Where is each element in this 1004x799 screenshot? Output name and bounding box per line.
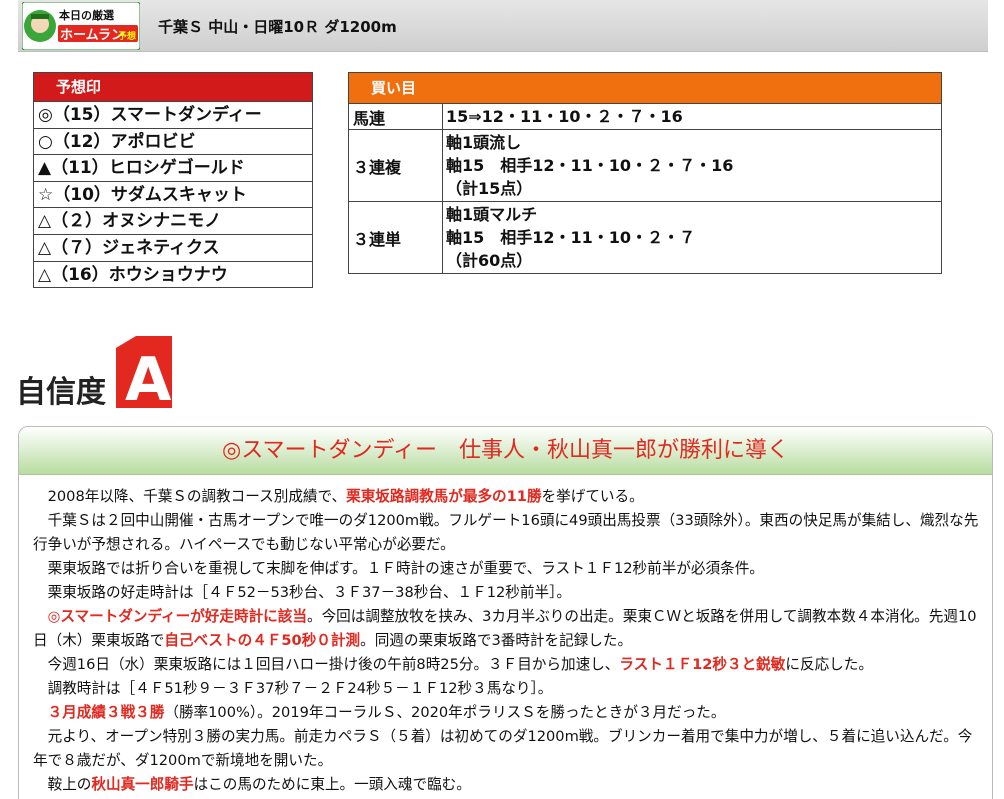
highlight-text: ３月成績３戦３勝 bbox=[47, 704, 165, 721]
mark-row: △（16）ホウショウナウ bbox=[34, 260, 312, 288]
confidence-badge: 自信度 A bbox=[16, 336, 172, 412]
paragraph-text: はこの馬のために東上。一頭入魂で臨む。 bbox=[193, 776, 471, 793]
bet-line: 軸1頭マルチ bbox=[446, 205, 538, 224]
confidence-label: 自信度 bbox=[16, 375, 106, 410]
bet-type: 馬連 bbox=[349, 104, 443, 129]
highlight-text: 秋山真一郎騎手 bbox=[91, 776, 194, 793]
paragraph-text: 2008年以降、千葉Ｓの調教コース別成績で、 bbox=[47, 488, 347, 505]
paragraph-text: 千葉Ｓは２回中山開催・古馬オープンで唯一のダ1200m戦。フルゲート16頭に49… bbox=[33, 512, 979, 553]
bets-header: 買い目 bbox=[349, 73, 941, 103]
commentary-paragraph: 千葉Ｓは２回中山開催・古馬オープンで唯一のダ1200m戦。フルゲート16頭に49… bbox=[33, 509, 980, 557]
paragraph-text: 元より、オープン特別３勝の実力馬。前走カペラＳ（５着）は初めてのダ1200m戦。… bbox=[33, 728, 973, 769]
bet-type: ３連単 bbox=[349, 202, 443, 273]
race-title: 千葉Ｓ 中山・日曜10Ｒ ダ1200m bbox=[158, 18, 397, 36]
paragraph-text: 栗東坂路では折り合いを重視して末脚を伸ばす。１Ｆ時計の速さが重要で、ラスト１Ｆ1… bbox=[47, 560, 764, 577]
bet-line: （計15点） bbox=[446, 179, 533, 198]
highlight-text: ラスト１Ｆ12秒３と鋭敏 bbox=[619, 656, 786, 673]
mark-row: △（２）オヌシナニモノ bbox=[34, 207, 312, 234]
bets-table: 買い目 馬連 15⇒12・11・10・２・７・16 ３連複 軸1頭流し 軸15 … bbox=[348, 72, 942, 274]
bet-line: 15⇒12・11・10・２・７・16 bbox=[446, 107, 683, 126]
bet-line: 軸1頭流し bbox=[446, 133, 522, 152]
bet-line: 軸15 相手12・11・10・２・７ bbox=[446, 228, 696, 247]
commentary-body: 2008年以降、千葉Ｓの調教コース別成績で、栗東坂路調教馬が最多の11勝を挙げて… bbox=[19, 475, 992, 797]
highlight-text: 自己ベストの４Ｆ50秒０計測 bbox=[164, 632, 361, 649]
paragraph-text: を挙げている。 bbox=[541, 488, 644, 505]
bet-line: 軸15 相手12・11・10・２・７・16 bbox=[446, 156, 734, 175]
commentary-paragraph: ◎スマートダンディーが好走時計に該当。今回は調整放牧を挟み、3カ月半ぶりの出走。… bbox=[33, 605, 980, 653]
mark-row: ◎（15）スマートダンディー bbox=[34, 101, 312, 128]
homerun-logo: 本日の厳選 ホームラン 予想 bbox=[22, 2, 140, 50]
highlight-text: 栗東坂路調教馬が最多の11勝 bbox=[346, 488, 542, 505]
commentary-paragraph: 今週16日（水）栗東坂路には１回目ハロー掛け後の午前8時25分。３Ｆ目から加速し… bbox=[33, 653, 980, 677]
commentary-paragraph: 2008年以降、千葉Ｓの調教コース別成績で、栗東坂路調教馬が最多の11勝を挙げて… bbox=[33, 485, 980, 509]
svg-text:ホームラン: ホームラン bbox=[60, 28, 124, 43]
paragraph-text: 栗東坂路の好走時計は［４Ｆ52－53秒台、３Ｆ37－38秒台、１Ｆ12秒前半］。 bbox=[47, 584, 571, 601]
commentary-paragraph: 栗東坂路の好走時計は［４Ｆ52－53秒台、３Ｆ37－38秒台、１Ｆ12秒前半］。 bbox=[33, 581, 980, 605]
commentary-paragraph: 鞍上の秋山真一郎騎手はこの馬のために東上。一頭入魂で臨む。 bbox=[33, 773, 980, 797]
mark-row: △（７）ジェネティクス bbox=[34, 233, 312, 261]
svg-text:本日の厳選: 本日の厳選 bbox=[59, 8, 114, 22]
page-header: 本日の厳選 ホームラン 予想 千葉Ｓ 中山・日曜10Ｒ ダ1200m bbox=[18, 0, 988, 52]
paragraph-text: （勝率100%）。2019年コーラルＳ、2020年ポラリスＳを勝ったときが３月だ… bbox=[164, 704, 726, 721]
commentary-paragraph: 調教時計は［４Ｆ51秒９－３Ｆ37秒７－２Ｆ24秒５－１Ｆ12秒３馬なり］。 bbox=[33, 677, 980, 701]
bet-line: （計60点） bbox=[446, 251, 533, 270]
paragraph-text: 。同週の栗東坂路で3番時計を記録した。 bbox=[360, 632, 633, 649]
commentary-paragraph: ３月成績３戦３勝（勝率100%）。2019年コーラルＳ、2020年ポラリスＳを勝… bbox=[33, 701, 980, 725]
paragraph-text: 鞍上の bbox=[47, 776, 92, 793]
confidence-grade: A bbox=[125, 345, 172, 412]
mark-row: ▲（11）ヒロシゲゴールド bbox=[34, 154, 312, 181]
bet-row-sanrenpuku: ３連複 軸1頭流し 軸15 相手12・11・10・２・７・16 （計15点） bbox=[349, 129, 941, 201]
bet-type: ３連複 bbox=[349, 130, 443, 201]
mark-row: ○（12）アポロビビ bbox=[34, 127, 312, 155]
commentary-paragraph: 元より、オープン特別３勝の実力馬。前走カペラＳ（５着）は初めてのダ1200m戦。… bbox=[33, 725, 980, 773]
bet-row-umaren: 馬連 15⇒12・11・10・２・７・16 bbox=[349, 103, 941, 129]
mark-row: ☆（10）サダムスキャット bbox=[34, 180, 312, 208]
svg-text:予想: 予想 bbox=[118, 30, 136, 42]
commentary-paragraph: 栗東坂路では折り合いを重視して末脚を伸ばす。１Ｆ時計の速さが重要で、ラスト１Ｆ1… bbox=[33, 557, 980, 581]
paragraph-text: 調教時計は［４Ｆ51秒９－３Ｆ37秒７－２Ｆ24秒５－１Ｆ12秒３馬なり］。 bbox=[47, 680, 553, 697]
commentary-title: ◎スマートダンディー 仕事人・秋山真一郎が勝利に導く bbox=[19, 427, 992, 475]
paragraph-text: 今週16日（水）栗東坂路には１回目ハロー掛け後の午前8時25分。３Ｆ目から加速し… bbox=[47, 656, 620, 673]
bet-detail: 15⇒12・11・10・２・７・16 bbox=[443, 104, 941, 129]
highlight-text: ◎スマートダンディーが好走時計に該当 bbox=[47, 608, 307, 625]
prediction-marks-table: 予想印 ◎（15）スマートダンディー ○（12）アポロビビ ▲（11）ヒロシゲゴ… bbox=[33, 72, 313, 289]
paragraph-text: に反応した。 bbox=[785, 656, 873, 673]
prediction-marks-header: 予想印 bbox=[34, 73, 312, 101]
bet-detail: 軸1頭マルチ 軸15 相手12・11・10・２・７ （計60点） bbox=[443, 202, 941, 273]
commentary-panel: ◎スマートダンディー 仕事人・秋山真一郎が勝利に導く 2008年以降、千葉Ｓの調… bbox=[18, 426, 993, 799]
bet-detail: 軸1頭流し 軸15 相手12・11・10・２・７・16 （計15点） bbox=[443, 130, 941, 201]
bet-row-sanrentan: ３連単 軸1頭マルチ 軸15 相手12・11・10・２・７ （計60点） bbox=[349, 201, 941, 273]
